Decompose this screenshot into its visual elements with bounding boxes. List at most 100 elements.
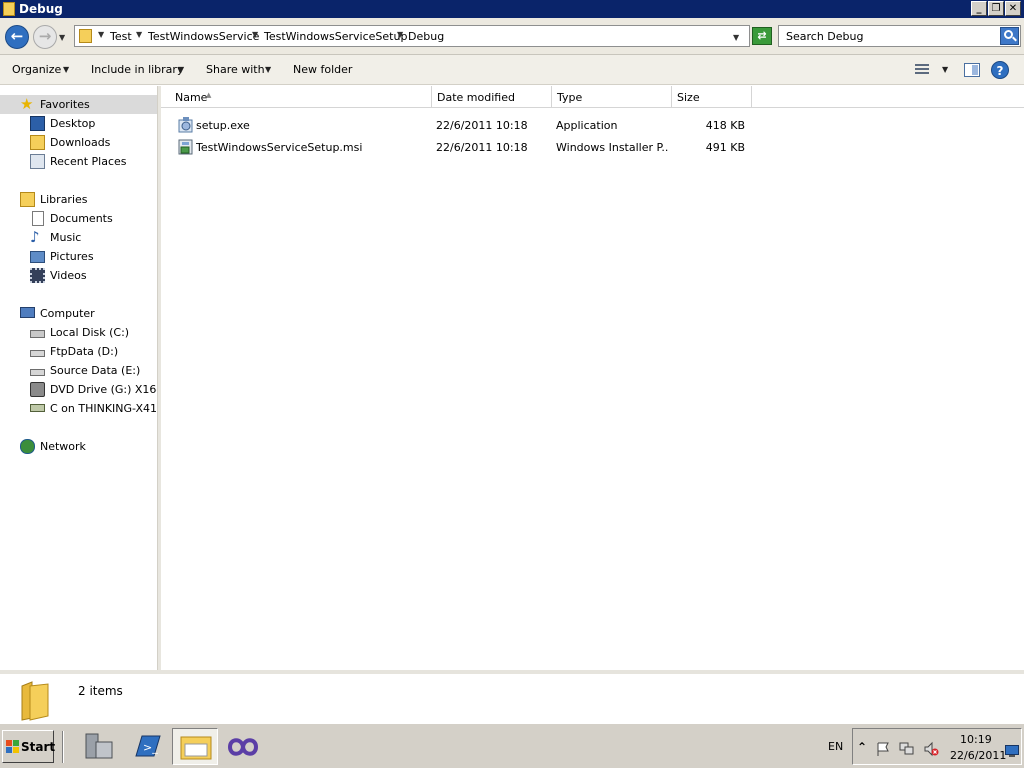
- include-in-library-button[interactable]: Include in library: [91, 63, 183, 76]
- input-language-indicator[interactable]: EN: [828, 740, 843, 753]
- item-count: 2 items: [78, 684, 123, 698]
- nav-item-documents[interactable]: Documents: [0, 209, 157, 228]
- folder-icon: [20, 680, 50, 721]
- nav-item-label: Network: [40, 440, 86, 453]
- clock-date[interactable]: 22/6/2011: [950, 749, 1006, 762]
- nav-item-network-drive[interactable]: C on THINKING-X41: [0, 399, 158, 418]
- dvd-drive-icon: [30, 382, 45, 397]
- minimize-button[interactable]: _: [971, 1, 987, 16]
- address-bar: ← → ▼ ▼ Test ▼ TestWindowsService ▼ Test…: [0, 18, 1024, 55]
- downloads-folder-icon: [30, 135, 45, 150]
- volume-muted-icon[interactable]: [923, 741, 939, 757]
- file-type: Windows Installer P...: [556, 141, 668, 154]
- address-history-dropdown-icon[interactable]: ▼: [733, 33, 739, 42]
- nav-item-label: Recent Places: [50, 155, 127, 168]
- nav-item-libraries[interactable]: Libraries: [0, 190, 157, 209]
- help-button[interactable]: ?: [991, 61, 1009, 79]
- breadcrumb-item[interactable]: TestWindowsServiceSetup: [264, 30, 407, 43]
- column-header-label: Date modified: [437, 91, 515, 104]
- organize-button[interactable]: Organize: [12, 63, 61, 76]
- breadcrumb-item[interactable]: Debug: [408, 30, 444, 43]
- preview-pane-button[interactable]: [964, 63, 980, 77]
- command-bar: Organize ▼ Include in library ▼ Share wi…: [0, 55, 1024, 85]
- restore-button[interactable]: ❐: [988, 1, 1004, 16]
- column-header-size[interactable]: Size: [672, 86, 752, 108]
- breadcrumb-arrow-icon[interactable]: ▼: [252, 30, 258, 39]
- nav-item-network[interactable]: Network: [0, 437, 157, 456]
- file-row[interactable]: TestWindowsServiceSetup.msi 22/6/2011 10…: [161, 137, 1024, 159]
- nav-item-label: FtpData (D:): [50, 345, 119, 358]
- videos-icon: [30, 268, 45, 283]
- views-dropdown-icon[interactable]: ▼: [942, 65, 948, 74]
- file-size: 418 KB: [705, 119, 745, 132]
- column-header-type[interactable]: Type: [552, 86, 672, 108]
- server-manager-button[interactable]: [76, 728, 122, 765]
- breadcrumb-arrow-icon[interactable]: ▼: [136, 30, 142, 39]
- nav-item-dvd-drive[interactable]: DVD Drive (G:) X16-81: [0, 380, 157, 399]
- column-header-row: Name ▲ Date modified Type Size: [161, 86, 1024, 108]
- star-icon: ★: [20, 95, 34, 113]
- recent-pages-dropdown-icon[interactable]: ▼: [59, 33, 65, 42]
- network-status-icon[interactable]: [899, 741, 914, 755]
- taskbar: Start >_ EN ⌃ 10:19 22/6/2011: [0, 723, 1024, 768]
- nav-item-label: Documents: [50, 212, 113, 225]
- nav-item-desktop[interactable]: Desktop: [0, 114, 157, 133]
- nav-item-computer[interactable]: Computer: [0, 304, 157, 323]
- nav-item-source-data[interactable]: Source Data (E:): [0, 361, 157, 380]
- show-desktop-icon[interactable]: [1005, 745, 1019, 759]
- column-header-date-modified[interactable]: Date modified: [432, 86, 552, 108]
- sort-ascending-icon: ▲: [206, 91, 212, 99]
- breadcrumb-arrow-icon[interactable]: ▼: [98, 30, 104, 39]
- show-hidden-icons-icon[interactable]: ⌃: [857, 741, 871, 755]
- pictures-icon: [30, 251, 45, 263]
- share-with-button[interactable]: Share with: [206, 63, 265, 76]
- nav-item-music[interactable]: ♪ Music: [0, 228, 157, 247]
- svg-text:>_: >_: [143, 741, 158, 754]
- title-bar[interactable]: Debug _ ❐ ✕: [0, 0, 1024, 18]
- change-view-icon[interactable]: [915, 64, 929, 76]
- visual-studio-button[interactable]: [220, 728, 266, 765]
- forward-button[interactable]: →: [33, 25, 57, 49]
- computer-icon: [20, 307, 35, 318]
- new-folder-button[interactable]: New folder: [293, 63, 352, 76]
- chevron-down-icon[interactable]: ▼: [265, 65, 271, 74]
- close-button[interactable]: ✕: [1005, 1, 1021, 16]
- nav-item-favorites[interactable]: ★ Favorites: [0, 95, 157, 114]
- back-button[interactable]: ←: [5, 25, 29, 49]
- start-label: Start: [21, 740, 56, 754]
- file-list[interactable]: setup.exe 22/6/2011 10:18 Application 41…: [161, 108, 1024, 670]
- hard-drive-icon: [30, 369, 45, 376]
- nav-item-downloads[interactable]: Downloads: [0, 133, 157, 152]
- refresh-button[interactable]: ⇄: [752, 27, 772, 45]
- chevron-down-icon[interactable]: ▼: [178, 65, 184, 74]
- nav-item-label: C on THINKING-X41: [50, 402, 158, 415]
- breadcrumb-item[interactable]: TestWindowsService: [148, 30, 259, 43]
- breadcrumb-arrow-icon[interactable]: ▼: [397, 30, 403, 39]
- nav-item-ftpdata[interactable]: FtpData (D:): [0, 342, 157, 361]
- column-header-label: Type: [557, 91, 583, 104]
- file-name: TestWindowsServiceSetup.msi: [196, 141, 363, 154]
- chevron-down-icon[interactable]: ▼: [63, 65, 69, 74]
- breadcrumb-item[interactable]: Test: [110, 30, 132, 43]
- powershell-button[interactable]: >_: [124, 728, 170, 765]
- nav-item-videos[interactable]: Videos: [0, 266, 157, 285]
- clock-time[interactable]: 10:19: [960, 733, 992, 746]
- start-button[interactable]: Start: [2, 730, 56, 763]
- nav-item-recent-places[interactable]: Recent Places: [0, 152, 157, 171]
- column-header-name[interactable]: Name ▲: [161, 86, 432, 108]
- file-row[interactable]: setup.exe 22/6/2011 10:18 Application 41…: [161, 115, 1024, 137]
- search-button[interactable]: [1000, 27, 1019, 45]
- nav-item-local-disk[interactable]: Local Disk (C:): [0, 323, 157, 342]
- action-center-flag-icon[interactable]: [875, 741, 889, 756]
- windows-explorer-button[interactable]: [172, 728, 218, 765]
- desktop-icon: [30, 116, 45, 131]
- network-drive-icon: [30, 404, 45, 412]
- search-placeholder: Search Debug: [786, 30, 864, 43]
- file-type: Application: [556, 119, 618, 132]
- search-input[interactable]: Search Debug: [778, 25, 1021, 47]
- address-box[interactable]: ▼ Test ▼ TestWindowsService ▼ TestWindow…: [74, 25, 750, 47]
- nav-item-label: Desktop: [50, 117, 96, 130]
- nav-item-pictures[interactable]: Pictures: [0, 247, 157, 266]
- documents-icon: [32, 211, 44, 226]
- hard-drive-icon: [30, 350, 45, 357]
